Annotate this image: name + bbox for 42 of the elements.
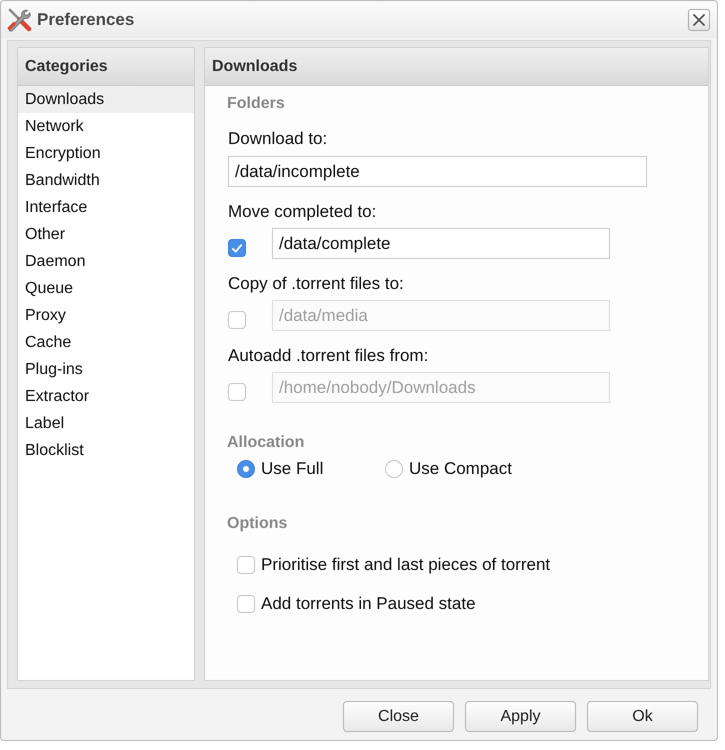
panel-heading: Downloads: [205, 48, 708, 86]
radio-button[interactable]: [385, 460, 403, 478]
checkmark-icon: [232, 244, 242, 252]
sidebar-item[interactable]: Network: [18, 113, 194, 140]
radio-button[interactable]: [237, 460, 255, 478]
field-label: Move completed to:: [228, 201, 378, 223]
checkbox-label[interactable]: Prioritise first and last pieces of torrent: [261, 554, 550, 576]
sidebar-item[interactable]: Bandwidth: [18, 167, 194, 194]
dialog-button[interactable]: Ok: [587, 701, 698, 732]
sidebar-item[interactable]: Daemon: [18, 248, 194, 275]
input-field[interactable]: /data/complete: [272, 228, 610, 259]
field-label: Autoadd .torrent files from:: [228, 345, 430, 367]
tools-icon: [6, 6, 32, 32]
sidebar-item[interactable]: Proxy: [18, 302, 194, 329]
checkbox[interactable]: [237, 595, 255, 613]
sidebar-item[interactable]: Downloads: [18, 86, 194, 113]
field-label: Download to:: [228, 128, 328, 150]
sidebar-item[interactable]: Encryption: [18, 140, 194, 167]
checkbox[interactable]: [228, 239, 246, 257]
close-icon: [693, 14, 705, 26]
sidebar-item[interactable]: Label: [18, 410, 194, 437]
checkbox[interactable]: [237, 556, 255, 574]
sidebar-item[interactable]: Blocklist: [18, 437, 194, 464]
section-title: Allocation: [227, 433, 306, 453]
section-title: Folders: [227, 94, 286, 114]
sidebar-item[interactable]: Extractor: [18, 383, 194, 410]
sidebar-heading: Categories: [18, 48, 194, 86]
section-title: Options: [227, 514, 288, 534]
sidebar-item[interactable]: Plug-ins: [18, 356, 194, 383]
input-field[interactable]: /data/incomplete: [228, 156, 647, 187]
checkbox-label[interactable]: Add torrents in Paused state: [261, 593, 476, 615]
sidebar-item[interactable]: Cache: [18, 329, 194, 356]
window-title: Preferences: [37, 10, 136, 30]
radio-label[interactable]: Use Full: [261, 458, 324, 480]
dialog-button[interactable]: Close: [343, 701, 454, 732]
sidebar-item[interactable]: Other: [18, 221, 194, 248]
dialog-button[interactable]: Apply: [465, 701, 576, 732]
close-button[interactable]: [688, 8, 710, 30]
sidebar-item[interactable]: Queue: [18, 275, 194, 302]
field-label: Copy of .torrent files to:: [228, 273, 405, 295]
sidebar-item[interactable]: Interface: [18, 194, 194, 221]
radio-label[interactable]: Use Compact: [409, 458, 512, 480]
